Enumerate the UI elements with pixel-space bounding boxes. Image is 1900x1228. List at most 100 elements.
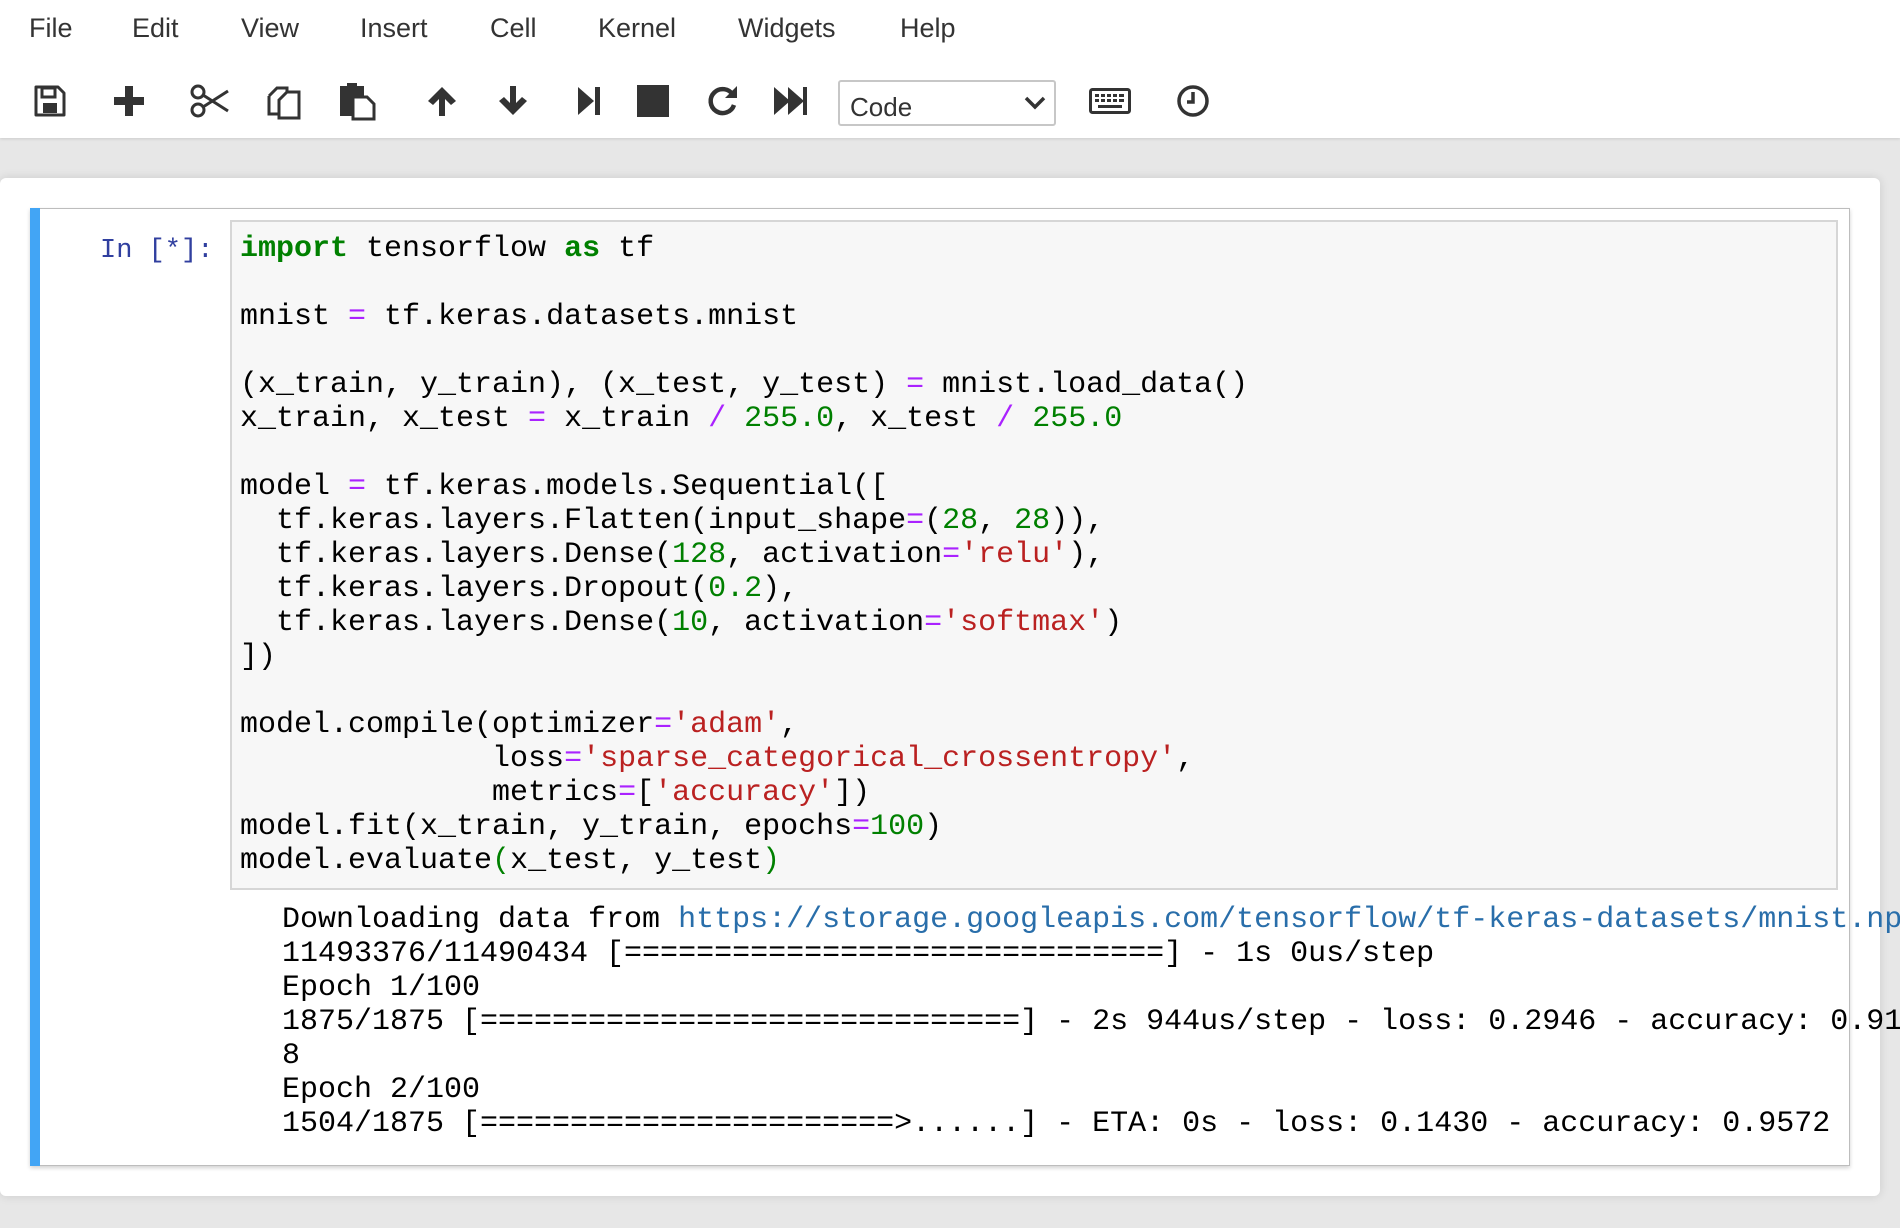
menu-kernel[interactable]: Kernel — [598, 10, 676, 46]
code-token: 255.0 — [744, 402, 835, 436]
menu-edit[interactable]: Edit — [132, 10, 179, 46]
redo-icon — [708, 86, 737, 116]
code-line: mnist = tf.keras.datasets.mnist — [240, 300, 1248, 334]
code-text[interactable]: import tensorflow as tf mnist = tf.keras… — [240, 232, 1248, 878]
code-line: (x_train, y_train), (x_test, y_test) = m… — [240, 368, 1248, 402]
output-line: Downloading data from https://storage.go… — [282, 903, 1900, 937]
code-token: x_test, y_test — [510, 844, 763, 878]
move-up-button[interactable] — [414, 78, 470, 124]
code-token: tf.keras.datasets.mnist — [366, 300, 799, 334]
code-token: Epoch 1/100 — [282, 971, 481, 1005]
arrow-up-icon — [428, 87, 456, 116]
code-token: = — [618, 776, 637, 810]
restart-run-all-button[interactable] — [762, 78, 818, 124]
clock-icon — [1177, 85, 1209, 117]
chevron-down-icon — [1024, 96, 1046, 110]
code-line: x_train, x_test = x_train / 255.0, x_tes… — [240, 402, 1248, 436]
menu-help[interactable]: Help — [900, 10, 956, 46]
code-token: , x_test — [834, 402, 997, 436]
code-line: tf.keras.layers.Dense(128, activation='r… — [240, 538, 1248, 572]
history-button[interactable] — [1165, 78, 1221, 124]
command-palette-button[interactable] — [1082, 78, 1138, 124]
code-token: mnist — [240, 300, 349, 334]
menu-file[interactable]: File — [29, 10, 73, 46]
cut-button[interactable] — [182, 78, 238, 124]
code-token: 0.2 — [708, 572, 763, 606]
code-token: Epoch 2/100 — [282, 1073, 481, 1107]
code-token: ) — [924, 810, 943, 844]
code-token: Downloading data from — [282, 903, 679, 937]
code-token: loss — [240, 742, 565, 776]
run-button[interactable] — [561, 78, 617, 124]
code-token: 128 — [672, 538, 727, 572]
code-token: model — [240, 470, 349, 504]
step-forward-icon — [578, 87, 600, 115]
code-token: 28 — [942, 504, 979, 538]
menu-widgets[interactable]: Widgets — [738, 10, 836, 46]
menubar: File Edit View Insert Cell Kernel Widget… — [0, 0, 1900, 56]
code-token: ( — [492, 844, 511, 878]
output-line: 8 — [282, 1039, 1900, 1073]
move-down-button[interactable] — [485, 78, 541, 124]
code-token: 'softmax' — [942, 606, 1105, 640]
code-token: tf.keras.layers.Flatten(input_shape — [240, 504, 907, 538]
code-token: ), — [762, 572, 799, 606]
menu-insert[interactable]: Insert — [360, 10, 428, 46]
code-line: model.compile(optimizer='adam', — [240, 708, 1248, 742]
code-token: 1875/1875 [=============================… — [282, 1005, 1900, 1039]
copy-button[interactable] — [256, 78, 312, 124]
stop-icon — [637, 85, 669, 117]
code-token: = — [654, 708, 673, 742]
code-token: metrics — [240, 776, 619, 810]
output-link[interactable]: https://storage.googleapis.com/tensorflo… — [678, 903, 1900, 937]
code-token: , — [1176, 742, 1195, 776]
code-line: tf.keras.layers.Flatten(input_shape=(28,… — [240, 504, 1248, 538]
selected-cell-indicator — [30, 208, 40, 1166]
code-token: model.compile(optimizer — [240, 708, 655, 742]
code-token: x_train, x_test — [240, 402, 529, 436]
output-line: 1875/1875 [=============================… — [282, 1005, 1900, 1039]
code-token: = — [852, 810, 871, 844]
code-line: model = tf.keras.models.Sequential([ — [240, 470, 1248, 504]
code-line: metrics=['accuracy']) — [240, 776, 1248, 810]
cell-type-select[interactable]: Code — [838, 80, 1056, 126]
code-token: [ — [636, 776, 655, 810]
code-token: ) — [762, 844, 781, 878]
code-token: 100 — [870, 810, 925, 844]
code-token: ]) — [240, 640, 277, 674]
code-token: , — [978, 504, 1015, 538]
code-token: = — [528, 402, 547, 436]
code-line: model.evaluate(x_test, y_test) — [240, 844, 1248, 878]
menu-view[interactable]: View — [241, 10, 299, 46]
code-token: / — [996, 402, 1015, 436]
restart-button[interactable] — [694, 78, 750, 124]
paste-button[interactable] — [329, 78, 385, 124]
code-token: 'adam' — [672, 708, 781, 742]
code-token: 10 — [672, 606, 709, 640]
cell-output: Downloading data from https://storage.go… — [282, 903, 1900, 1141]
save-button[interactable] — [22, 78, 78, 124]
code-token: 'accuracy' — [654, 776, 835, 810]
code-token: , activation — [726, 538, 943, 572]
cell-type-value: Code — [850, 92, 913, 122]
output-line: Epoch 2/100 — [282, 1073, 1900, 1107]
code-token: model.evaluate — [240, 844, 493, 878]
interrupt-button[interactable] — [625, 78, 681, 124]
insert-cell-button[interactable] — [101, 78, 157, 124]
copy-icon — [267, 86, 301, 120]
code-token: = — [348, 300, 367, 334]
code-token: tensorflow — [348, 232, 565, 266]
floppy-disk-icon — [34, 85, 66, 117]
code-line: tf.keras.layers.Dropout(0.2), — [240, 572, 1248, 606]
code-token: = — [942, 538, 961, 572]
code-line: ]) — [240, 640, 1248, 674]
notebook-header: File Edit View Insert Cell Kernel Widget… — [0, 0, 1900, 138]
code-token: 'sparse_categorical_crossentropy' — [582, 742, 1177, 776]
output-line: 11493376/11490434 [=====================… — [282, 937, 1900, 971]
menu-cell[interactable]: Cell — [490, 10, 537, 46]
code-line: tf.keras.layers.Dense(10, activation='so… — [240, 606, 1248, 640]
